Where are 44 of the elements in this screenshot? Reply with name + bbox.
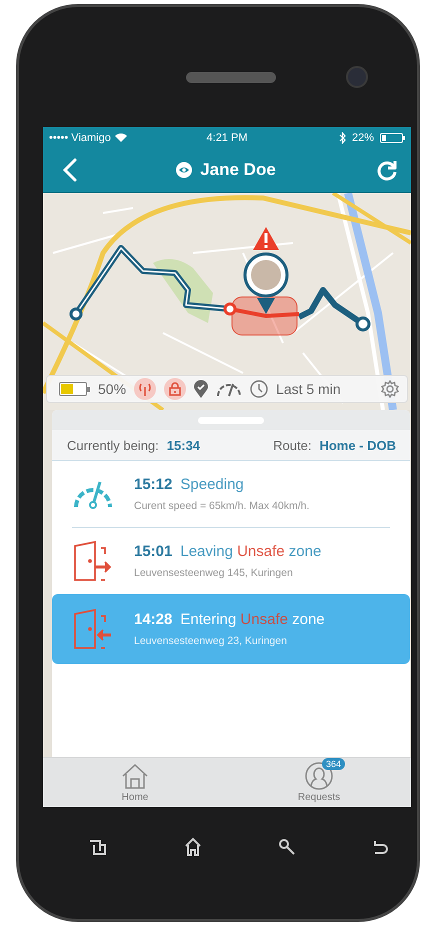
battery-percent: 50% — [98, 381, 126, 397]
door-enter-icon — [73, 608, 113, 650]
route-name: Home - DOB — [319, 438, 396, 452]
event-title: 14:28 Entering Unsafe zone — [134, 611, 326, 628]
avatar-marker — [244, 252, 288, 314]
route-label: Route: — [273, 438, 312, 452]
wifi-icon — [114, 133, 127, 142]
contact-name: Jane Doe — [200, 160, 276, 180]
back-button[interactable] — [63, 158, 77, 182]
settings-icon[interactable] — [381, 380, 399, 398]
last-update-label: Last 5 min — [276, 381, 341, 397]
park-area — [153, 259, 213, 323]
back-icon[interactable] — [372, 839, 388, 855]
door-exit-icon — [73, 540, 113, 582]
tab-button[interactable]: 364 Requests — [227, 758, 411, 807]
carrier-label: ••••• Viamigo — [49, 132, 111, 144]
event-title: 15:12 Speeding — [134, 476, 245, 493]
refresh-button[interactable] — [375, 158, 399, 182]
event-detail: Leuvensesteenweg 145, Kuringen — [134, 567, 294, 579]
zone-area — [232, 296, 298, 336]
current-time: 15:34 — [166, 438, 200, 452]
event-row[interactable]: 15:01 Leaving Unsafe zone Leuvensesteenweg 145, Kuringen — [52, 528, 410, 594]
speedometer-icon — [72, 479, 114, 509]
location-check-icon — [194, 380, 208, 398]
bluetooth-icon — [338, 132, 346, 144]
event-detail: Curent speed = 65km/h. Max 40km/h. — [134, 500, 310, 512]
battery-percent: 22% — [352, 132, 374, 144]
tab-button[interactable]: Home — [43, 758, 227, 807]
event-row[interactable]: 15:12 Speeding Curent speed = 65km/h. Max 40km/h. — [52, 461, 410, 527]
warning-icon — [253, 227, 279, 250]
speedometer-icon — [216, 381, 242, 397]
event-title: 15:01 Leaving Unsafe zone — [134, 543, 322, 560]
eye-icon — [176, 162, 192, 178]
current-label: Currently being: — [67, 438, 159, 452]
event-row[interactable]: 14:28 Entering Unsafe zone Leuvensesteenweg 23, Kuringen — [52, 594, 410, 664]
clock-icon — [250, 380, 268, 398]
recent-apps-icon[interactable] — [88, 837, 108, 857]
count-badge: 364 — [322, 758, 346, 770]
front-camera — [346, 66, 368, 88]
event-detail: Leuvensesteenweg 23, Kuringen — [134, 635, 288, 647]
search-icon[interactable] — [278, 838, 296, 856]
home-icon[interactable] — [184, 837, 202, 857]
clock-time: 4:21 PM — [206, 132, 248, 144]
house-icon — [121, 762, 149, 790]
